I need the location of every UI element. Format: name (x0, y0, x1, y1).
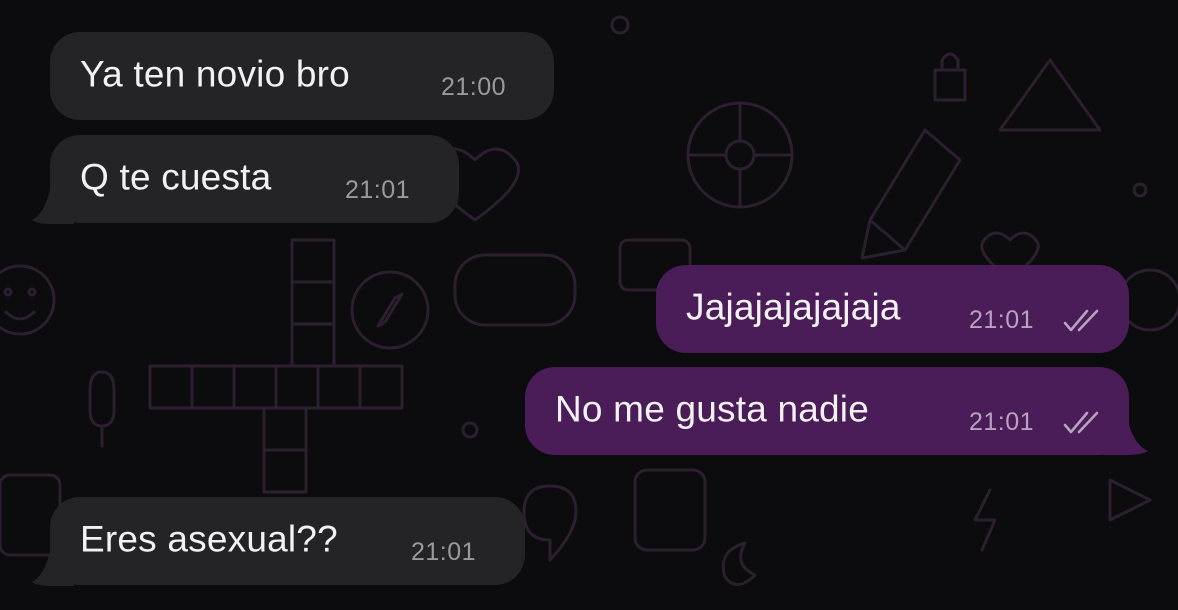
bubble-dot-doodle (610, 15, 630, 35)
message-bubble-outgoing[interactable]: No me gusta nadie 21:01 (525, 367, 1129, 455)
message-timestamp: 21:01 (411, 538, 477, 566)
message-text: No me gusta nadie (555, 388, 869, 430)
message-timestamp: 21:01 (969, 306, 1035, 334)
location-pin-doodle-icon (522, 484, 578, 562)
chat-bubble-doodle-icon (453, 253, 577, 327)
double-check-icon (1063, 309, 1099, 332)
message-bubble-outgoing[interactable]: Jajajajajajaja 21:01 (656, 265, 1129, 353)
moon-doodle-icon (721, 541, 757, 586)
pencil-doodle-icon (860, 128, 962, 260)
message-bubble-incoming[interactable]: Ya ten novio bro 21:00 (50, 32, 554, 120)
message-text: Eres asexual?? (80, 518, 338, 560)
lock-doodle-icon (933, 52, 967, 102)
crossword-doodle-icon (148, 238, 404, 494)
message-timestamp: 21:01 (345, 176, 411, 204)
compass-doodle-icon (350, 270, 430, 350)
message-text: Q te cuesta (80, 156, 272, 198)
message-timestamp: 21:01 (969, 408, 1035, 436)
mountain-doodle-icon (998, 58, 1102, 132)
double-check-icon (1063, 411, 1099, 434)
message-text: Jajajajajajaja (686, 286, 901, 328)
bubble-tail-icon (32, 190, 74, 224)
lightning-doodle-icon (973, 488, 997, 552)
bubble-dot-doodle (461, 421, 479, 439)
microphone-doodle-icon (88, 370, 116, 448)
message-bubble-incoming[interactable]: Eres asexual?? 21:01 (50, 497, 525, 585)
message-text: Ya ten novio bro (80, 53, 350, 95)
message-bubble-incoming[interactable]: Q te cuesta 21:01 (50, 135, 459, 223)
jar-doodle-icon (633, 468, 707, 552)
play-doodle-icon (1108, 478, 1152, 522)
smiley-doodle-icon (0, 264, 56, 336)
wheel-doodle-icon (686, 101, 794, 209)
bubble-tail-icon (1104, 421, 1148, 455)
bubble-dot-doodle (1132, 182, 1148, 198)
message-timestamp: 21:00 (441, 73, 507, 101)
bubble-tail-icon (32, 552, 74, 586)
